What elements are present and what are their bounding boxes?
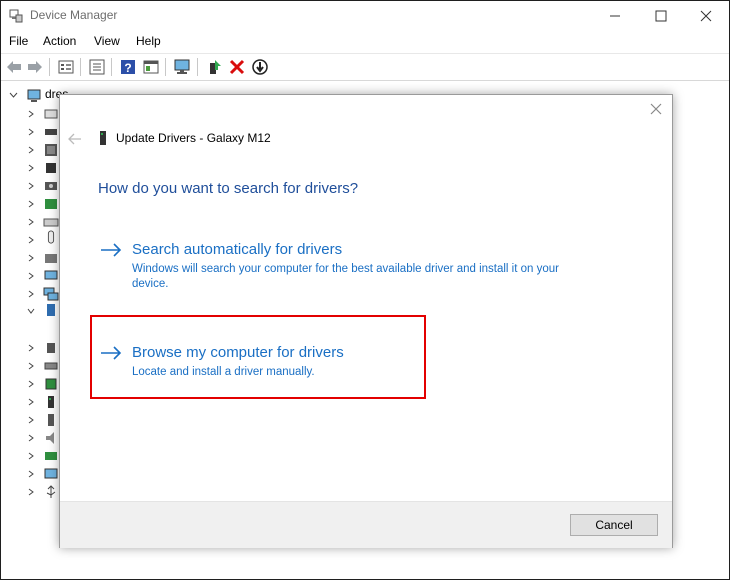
expand-chevron-icon[interactable]: [27, 398, 35, 406]
maximize-button[interactable]: [638, 1, 684, 31]
expand-chevron-icon[interactable]: [27, 290, 35, 298]
expand-chevron-icon[interactable]: [27, 488, 35, 496]
phone-device-icon: [100, 131, 106, 145]
action-view-icon[interactable]: [142, 58, 160, 76]
title-bar: Device Manager: [1, 1, 729, 31]
minimize-button[interactable]: [592, 1, 638, 31]
help-icon[interactable]: ?: [119, 58, 137, 76]
expand-chevron-icon[interactable]: [27, 434, 35, 442]
computer-icon: [27, 89, 41, 102]
option-description: Windows will search your computer for th…: [132, 263, 559, 290]
expand-chevron-icon[interactable]: [27, 470, 35, 478]
cancel-button[interactable]: Cancel: [570, 514, 658, 536]
expand-chevron-icon[interactable]: [27, 128, 35, 136]
expand-chevron-icon[interactable]: [27, 272, 35, 280]
computer-device-icon: [45, 199, 57, 209]
batteries-icon: [45, 129, 57, 135]
expand-chevron-icon[interactable]: [27, 182, 35, 190]
update-drivers-dialog: Update Drivers - Galaxy M12 How do you w…: [59, 94, 673, 548]
expand-chevron-icon[interactable]: [27, 344, 35, 352]
software-devices-icon: [48, 414, 54, 426]
properties-icon[interactable]: [57, 58, 75, 76]
expand-chevron-icon[interactable]: [27, 416, 35, 424]
sound-controllers-icon: [46, 432, 54, 444]
expand-chevron-icon[interactable]: [27, 200, 35, 208]
system-devices-icon: [44, 468, 58, 479]
arrow-right-icon: [101, 243, 122, 257]
menu-view[interactable]: View: [94, 34, 120, 48]
scan-hardware-icon[interactable]: [173, 58, 191, 76]
back-arrow-icon[interactable]: [68, 133, 82, 145]
uninstall-icon[interactable]: [228, 58, 246, 76]
search-automatically-option[interactable]: Search automatically for drivers Windows…: [100, 241, 560, 291]
option-title[interactable]: Search automatically for drivers: [132, 241, 342, 258]
minimize-icon: [610, 15, 620, 17]
keyboard-icon: [43, 218, 59, 227]
dialog-title: Update Drivers - Galaxy M12: [116, 131, 271, 145]
collapse-chevron-icon[interactable]: [9, 91, 18, 100]
device-manager-app-icon: [9, 9, 23, 23]
update-driver-icon[interactable]: [205, 58, 223, 76]
svg-text:?: ?: [124, 61, 131, 75]
dialog-heading: How do you want to search for drivers?: [98, 180, 359, 197]
dialog-footer: Cancel: [60, 501, 672, 548]
storage-controllers-icon: [45, 452, 57, 460]
cameras-icon: [45, 182, 57, 190]
expand-chevron-icon[interactable]: [27, 452, 35, 460]
chip-icon: [46, 163, 56, 173]
collapse-chevron-icon[interactable]: [27, 307, 35, 315]
network-adapters-icon: [43, 287, 59, 301]
print-queues-icon: [44, 362, 58, 370]
security-devices-icon: [48, 396, 54, 408]
maximize-icon: [655, 10, 667, 22]
ports-icon: [47, 343, 55, 353]
menu-file[interactable]: File: [9, 34, 28, 48]
expand-chevron-icon[interactable]: [27, 254, 35, 262]
usb-controllers-icon: [46, 485, 56, 498]
expand-chevron-icon[interactable]: [27, 146, 35, 154]
expand-chevron-icon[interactable]: [27, 164, 35, 172]
processors-icon: [45, 378, 57, 390]
bluetooth-icon: [45, 144, 57, 156]
menu-action[interactable]: Action: [43, 34, 76, 48]
expand-chevron-icon[interactable]: [27, 218, 35, 226]
highlight-annotation-box: [90, 315, 426, 399]
expand-chevron-icon[interactable]: [27, 110, 35, 118]
back-icon[interactable]: [5, 58, 23, 76]
close-window-button[interactable]: [683, 1, 729, 31]
dialog-close-icon[interactable]: [649, 102, 663, 116]
toolbar: ?: [1, 53, 729, 81]
expand-chevron-icon[interactable]: [27, 380, 35, 388]
mouse-icon: [47, 230, 55, 244]
menu-bar: File Action View Help: [1, 31, 729, 52]
device-manager-window: Device Manager File Action View Help ? d…: [0, 0, 730, 580]
audio-inputs-icon: [44, 109, 58, 119]
forward-icon[interactable]: [26, 58, 44, 76]
portable-devices-icon: [47, 304, 55, 316]
expand-chevron-icon[interactable]: [27, 236, 35, 244]
monitors-icon: [44, 270, 58, 280]
list-view-icon[interactable]: [88, 58, 106, 76]
expand-chevron-icon[interactable]: [27, 362, 35, 370]
disable-icon[interactable]: [251, 58, 269, 76]
modem-icon: [45, 254, 57, 263]
close-icon: [700, 10, 712, 22]
menu-help[interactable]: Help: [136, 34, 161, 48]
window-title: Device Manager: [30, 8, 118, 22]
